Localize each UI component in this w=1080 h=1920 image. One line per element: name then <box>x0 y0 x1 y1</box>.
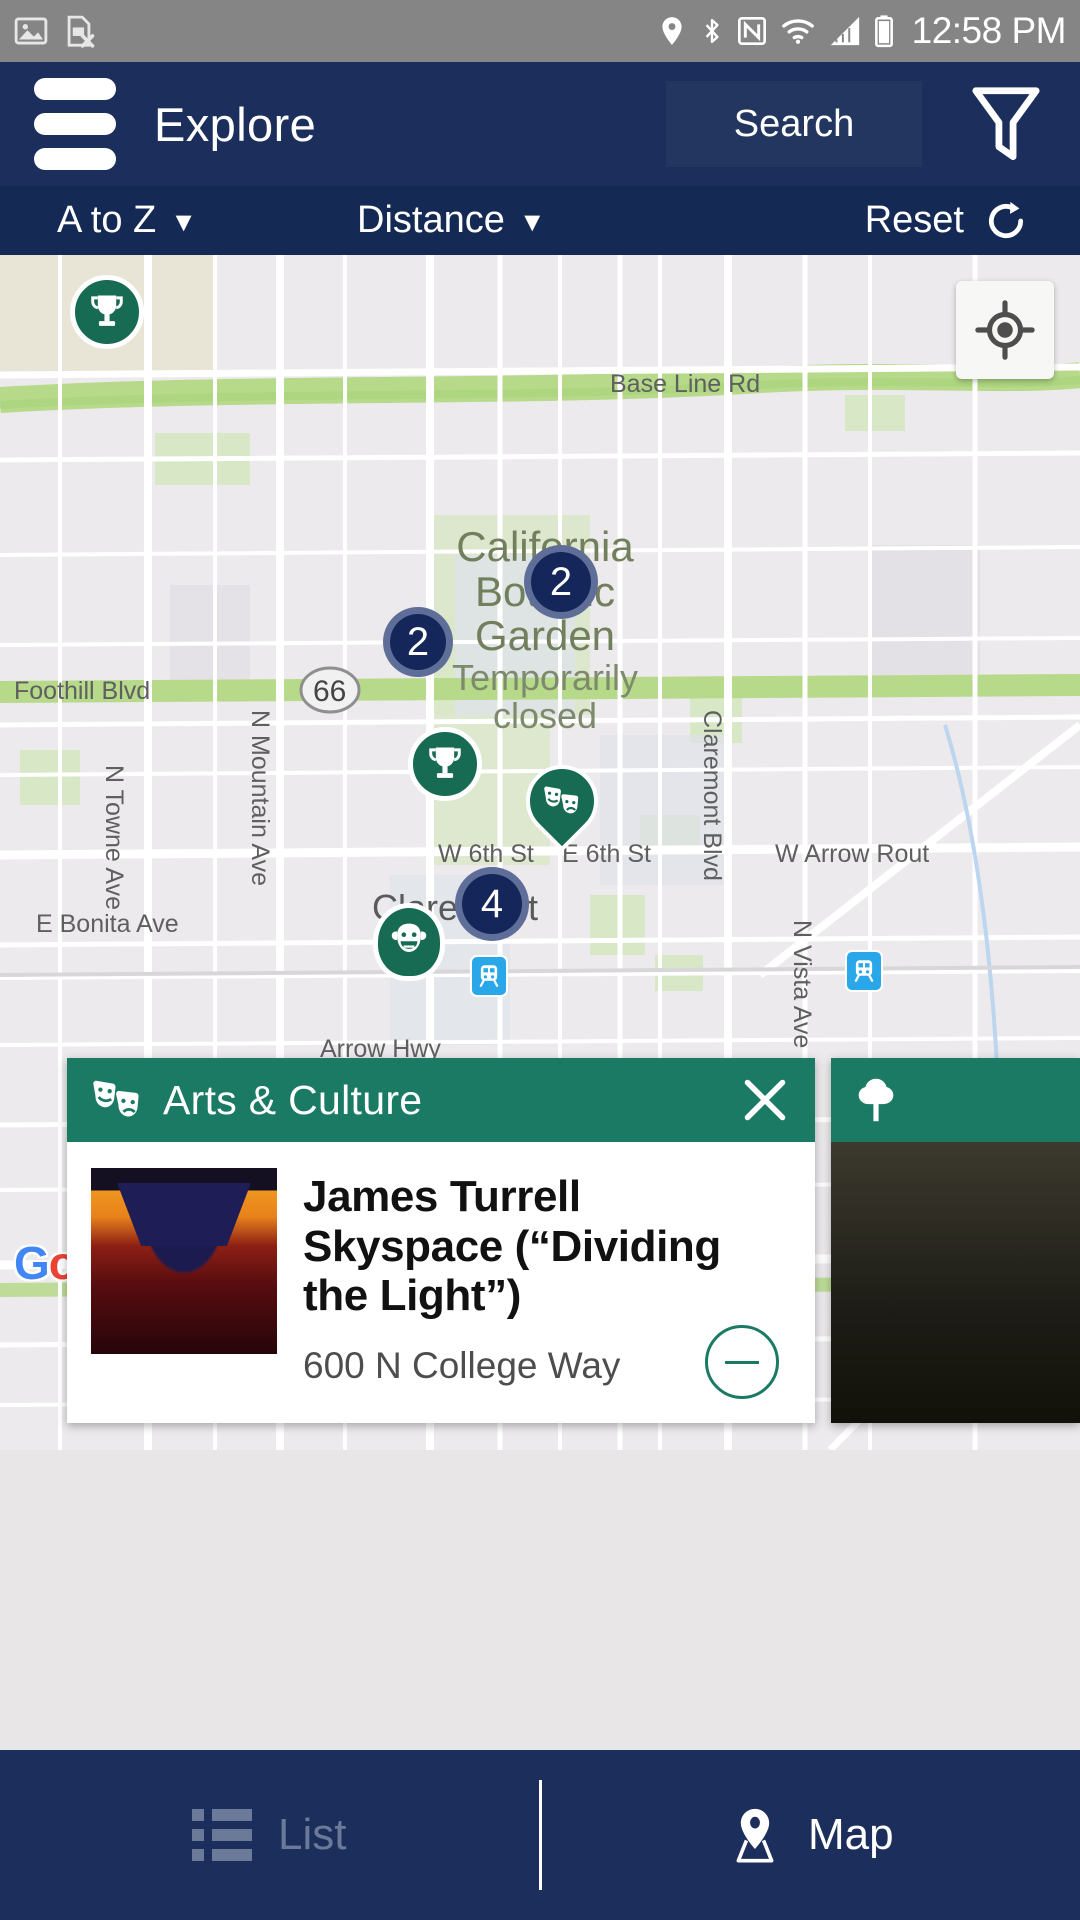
place-label-line-3: Garden <box>474 612 616 660</box>
minus-circle-icon[interactable] <box>705 1325 779 1399</box>
close-icon[interactable] <box>737 1072 793 1128</box>
reset-button[interactable]: Reset <box>865 198 1028 244</box>
nfc-icon <box>737 17 766 45</box>
place-card-next[interactable] <box>831 1058 1080 1423</box>
status-bar-right-icons: 12:58 PM <box>656 10 1067 52</box>
chevron-down-icon: ▼ <box>518 207 546 237</box>
wifi-icon <box>781 19 814 44</box>
sort-filter-bar: A to Z ▼ Distance ▼ Reset <box>0 186 1080 255</box>
tree-icon <box>858 1078 894 1122</box>
tab-map[interactable]: Map <box>542 1750 1080 1920</box>
tab-list[interactable]: List <box>0 1750 539 1920</box>
list-icon <box>192 1809 252 1861</box>
funnel-icon[interactable] <box>966 84 1046 164</box>
place-label-status-1: Temporarily <box>451 656 639 698</box>
comedy-mask-icon <box>391 923 427 952</box>
photo-icon <box>14 17 48 45</box>
tab-map-label: Map <box>807 1810 894 1859</box>
map-marker-train-station-icon[interactable] <box>470 955 508 997</box>
street-label-n-towne-ave: N Towne Ave <box>100 765 128 911</box>
street-label-n-mountain-ave: N Mountain Ave <box>246 710 274 887</box>
street-label-claremont-blvd: Claremont Blvd <box>698 710 726 881</box>
reset-label: Reset <box>864 199 964 241</box>
place-card-header: Arts & Culture <box>67 1058 815 1142</box>
my-location-button[interactable] <box>956 281 1054 379</box>
place-card[interactable]: Arts & Culture James Turrell Skyspace (“… <box>67 1058 815 1423</box>
place-thumbnail <box>91 1168 277 1354</box>
route-shield-label: 66 <box>313 675 347 708</box>
place-card-carousel: Arts & Culture James Turrell Skyspace (“… <box>0 1058 1080 1423</box>
app-header: Explore Search <box>0 62 1080 186</box>
sort-alphabetical-dropdown[interactable]: A to Z ▼ <box>57 199 197 242</box>
status-bar-left-icons <box>14 14 96 48</box>
place-card-body: James Turrell Skyspace (“Dividing the Li… <box>67 1142 815 1423</box>
battery-icon <box>874 15 893 48</box>
map-cluster-badge[interactable]: 4 <box>455 867 529 941</box>
place-label-status-2: closed <box>492 694 598 736</box>
hamburger-icon[interactable] <box>34 78 116 170</box>
location-icon <box>662 17 682 45</box>
app-root: 12:58 PM Explore Search A to Z ▼ Distanc… <box>0 0 1080 1920</box>
map-marker-train-station-icon[interactable] <box>845 950 883 992</box>
street-label-e-bonita-ave: E Bonita Ave <box>36 910 179 938</box>
place-card-category: Arts & Culture <box>163 1076 423 1123</box>
map-marker-trophy-icon[interactable] <box>70 275 144 349</box>
street-label-n-vista-ave: N Vista Ave <box>788 920 816 1049</box>
place-name: James Turrell Skyspace (“Dividing the Li… <box>303 1172 721 1321</box>
map-cluster-badge[interactable]: 2 <box>383 607 453 677</box>
street-label-e-6th-st: E 6th St <box>562 840 651 868</box>
train-station-icon <box>854 960 874 982</box>
map-marker-comedy-mask-icon[interactable] <box>373 903 445 981</box>
sim-card-error-icon <box>67 15 95 48</box>
map-pin-icon <box>736 1808 774 1863</box>
street-label-w-arrow-rout: W Arrow Rout <box>775 840 930 868</box>
sort-distance-dropdown[interactable]: Distance ▼ <box>357 199 546 242</box>
theatre-masks-icon <box>93 1080 139 1117</box>
refresh-icon <box>988 201 1024 238</box>
tab-list-label: List <box>278 1810 347 1859</box>
page-title: Explore <box>154 97 317 151</box>
street-label-foothill-blvd: Foothill Blvd <box>14 677 151 705</box>
trophy-icon <box>429 747 461 778</box>
place-card-next-thumbnail <box>831 1142 1080 1423</box>
map-marker-trophy-icon[interactable] <box>408 727 482 801</box>
status-bar: 12:58 PM <box>0 0 1080 62</box>
theatre-masks-icon <box>544 786 579 814</box>
my-location-icon <box>975 300 1035 360</box>
bluetooth-icon <box>705 18 719 44</box>
map-cluster-badge[interactable]: 2 <box>524 545 598 619</box>
street-label-base-line-rd: Base Line Rd <box>610 370 761 398</box>
search-button[interactable]: Search <box>666 81 922 167</box>
chevron-down-icon: ▼ <box>170 207 198 237</box>
bottom-navigation: List Map <box>0 1750 1080 1920</box>
sort-alphabetical-label: A to Z <box>57 199 157 241</box>
place-card-next-header <box>831 1058 1080 1142</box>
train-station-icon <box>479 965 499 987</box>
street-label-w-6th-st: W 6th St <box>438 840 534 868</box>
trophy-icon <box>91 295 123 326</box>
sort-distance-label: Distance <box>357 199 505 241</box>
status-bar-clock: 12:58 PM <box>911 10 1067 51</box>
signal-icon <box>830 16 859 46</box>
